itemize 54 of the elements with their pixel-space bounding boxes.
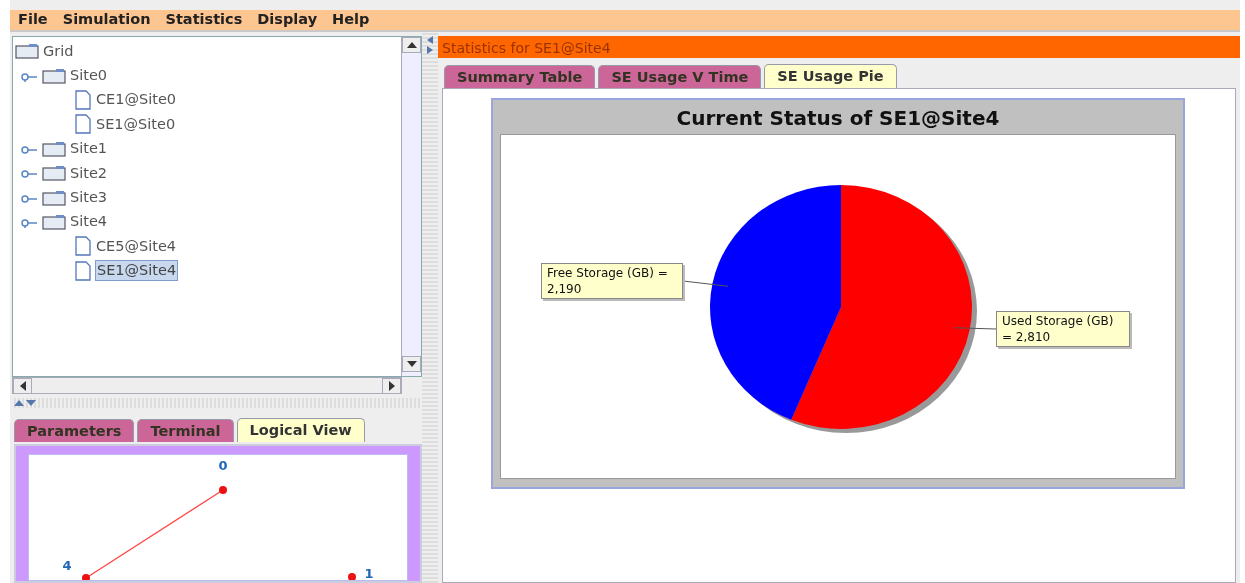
menu-item[interactable]: Simulation xyxy=(62,9,151,31)
vertical-scrollbar[interactable] xyxy=(401,37,421,377)
slice-label: Used Storage (GB) = 2,810 xyxy=(996,311,1130,347)
folder-icon xyxy=(42,189,66,206)
network-node[interactable] xyxy=(82,574,90,580)
tree-item[interactable]: Site4 xyxy=(69,212,109,232)
scroll-left-icon[interactable] xyxy=(13,378,32,395)
file-icon xyxy=(74,89,92,110)
tab[interactable]: SE Usage V Time xyxy=(598,65,762,88)
tab[interactable]: Terminal xyxy=(137,419,234,442)
tree-item[interactable]: CE5@Site4 xyxy=(95,236,178,256)
node-label: 0 xyxy=(218,458,228,473)
slice-label: Free Storage (GB) = 2,190 xyxy=(541,263,683,299)
tree-item[interactable]: Site1 xyxy=(69,139,109,159)
tree-item[interactable]: Site0 xyxy=(69,66,109,86)
scroll-up-icon[interactable] xyxy=(402,37,421,53)
file-icon xyxy=(74,260,92,281)
file-icon xyxy=(74,236,92,257)
network-node[interactable] xyxy=(219,486,227,494)
node-label: 1 xyxy=(364,566,374,580)
scroll-down-icon[interactable] xyxy=(402,356,421,373)
tree-item[interactable]: SE1@Site0 xyxy=(95,114,177,134)
tab[interactable]: Summary Table xyxy=(444,65,596,88)
chart-title: Current Status of SE1@Site4 xyxy=(675,105,1001,132)
menu-item[interactable]: File xyxy=(18,9,48,31)
menu-item[interactable]: Help xyxy=(332,9,370,31)
leader-line xyxy=(953,327,997,330)
file-icon xyxy=(74,114,92,135)
menu-item[interactable]: Display xyxy=(257,9,318,31)
network-node[interactable] xyxy=(348,573,356,580)
tree-item[interactable]: SE1@Site4 xyxy=(95,260,179,282)
tree-item[interactable]: Site2 xyxy=(69,163,109,183)
folder-icon xyxy=(15,43,39,60)
tab[interactable]: Logical View xyxy=(236,418,365,442)
collapse-up-icon[interactable] xyxy=(14,400,24,407)
panel-title: Statistics for SE1@Site4 xyxy=(438,36,1240,58)
scroll-right-icon[interactable] xyxy=(382,378,401,395)
tree-item[interactable]: Site3 xyxy=(69,188,109,208)
folder-icon xyxy=(42,67,66,84)
tab[interactable]: SE Usage Pie xyxy=(764,64,897,88)
folder-icon xyxy=(42,165,66,182)
node-label: 4 xyxy=(62,558,72,573)
collapse-left-icon[interactable] xyxy=(427,36,433,44)
collapse-down-icon[interactable] xyxy=(26,400,36,407)
horizontal-scrollbar[interactable] xyxy=(12,377,402,395)
tree-item[interactable]: CE1@Site0 xyxy=(95,90,178,110)
collapse-right-icon[interactable] xyxy=(427,46,433,54)
menu-item[interactable]: Statistics xyxy=(165,9,243,31)
leader-line xyxy=(682,280,729,287)
tab[interactable]: Parameters xyxy=(14,419,135,442)
folder-icon xyxy=(42,140,66,157)
collapsed-handle-icon[interactable] xyxy=(19,167,39,180)
folder-icon xyxy=(42,213,66,230)
tree-item[interactable]: Grid xyxy=(42,41,75,61)
